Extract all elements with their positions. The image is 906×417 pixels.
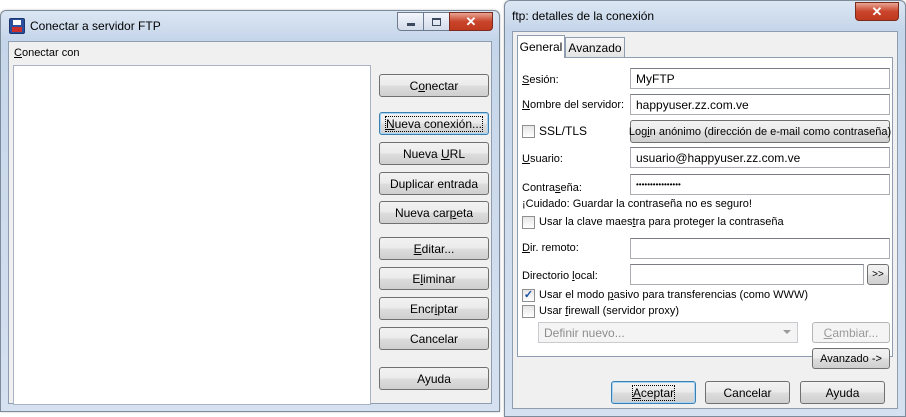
ssl-tls-checkbox[interactable] — [522, 125, 535, 138]
connect-button[interactable]: Conectar — [379, 74, 489, 97]
floppy-disk-icon — [9, 18, 25, 34]
master-key-checkbox[interactable] — [522, 216, 535, 229]
passive-mode-label: Usar el modo pasivo para transferencias … — [539, 289, 808, 301]
title-bar[interactable]: ftp: detalles de la conexión ✕ — [505, 1, 905, 31]
delete-button[interactable]: Eliminar — [379, 267, 489, 290]
close-button[interactable]: ✕ — [449, 12, 493, 31]
minimize-button[interactable] — [397, 12, 423, 31]
client-area: General Avanzado Sesión: MyFTP Nombre de… — [512, 31, 898, 409]
connect-with-label: Conectar con — [14, 47, 80, 59]
connections-list[interactable] — [13, 65, 371, 405]
help-button[interactable]: Ayuda — [800, 381, 885, 404]
proxy-select[interactable]: Definir nuevo... — [538, 322, 798, 343]
new-folder-button[interactable]: Nueva carpeta — [379, 201, 489, 224]
close-icon: ✕ — [465, 14, 477, 29]
connection-details-window: ftp: detalles de la conexión ✕ General A… — [504, 0, 906, 417]
server-name-label: Nombre del servidor: — [522, 99, 625, 111]
window-title: ftp: detalles de la conexión — [512, 9, 655, 23]
user-input[interactable]: usuario@happyuser.zz.com.ve — [630, 147, 890, 168]
close-icon: ✕ — [871, 4, 883, 19]
server-name-input[interactable]: happyuser.zz.com.ve — [630, 94, 890, 115]
connect-ftp-window: Conectar a servidor FTP ✕ Conectar con C… — [0, 10, 500, 412]
session-input[interactable]: MyFTP — [630, 68, 890, 89]
local-dir-label: Directorio local: — [522, 270, 598, 282]
encrypt-button[interactable]: Encriptar — [379, 297, 489, 320]
session-label: Sesión: — [522, 74, 559, 86]
advanced-button[interactable]: Avanzado -> — [812, 348, 890, 369]
master-key-label: Usar la clave maestra para proteger la c… — [539, 216, 784, 228]
firewall-checkbox[interactable] — [522, 305, 535, 318]
password-label: Contraseña: — [522, 182, 582, 194]
maximize-icon — [432, 17, 441, 26]
ssl-tls-label: SSL/TLS — [539, 124, 588, 138]
tab-general[interactable]: General — [517, 35, 565, 58]
passive-mode-checkbox[interactable]: ✓ — [522, 289, 535, 302]
tab-advanced[interactable]: Avanzado — [565, 37, 625, 57]
new-url-button[interactable]: Nueva URL — [379, 142, 489, 165]
duplicate-entry-button[interactable]: Duplicar entrada — [379, 172, 489, 195]
password-warning: ¡Cuidado: Guardar la contraseña no es se… — [522, 198, 752, 210]
general-tab-panel: Sesión: MyFTP Nombre del servidor: happy… — [517, 57, 893, 369]
client-area: Conectar con Conectar Nueva conexión... … — [8, 41, 492, 405]
window-title: Conectar a servidor FTP — [30, 19, 161, 33]
change-proxy-button[interactable]: Cambiar... — [812, 322, 890, 343]
cancel-button[interactable]: Cancelar — [379, 327, 489, 350]
help-button[interactable]: Ayuda — [379, 367, 489, 390]
accept-button[interactable]: Aceptar — [611, 381, 696, 404]
user-label: Usuario: — [522, 153, 563, 165]
close-button[interactable]: ✕ — [855, 2, 899, 21]
minimize-icon — [406, 23, 415, 26]
browse-local-dir-button[interactable]: >> — [867, 264, 889, 285]
new-connection-button[interactable]: Nueva conexión... — [379, 112, 489, 135]
cancel-button[interactable]: Cancelar — [705, 381, 790, 404]
checkmark-icon: ✓ — [523, 289, 534, 301]
title-bar[interactable]: Conectar a servidor FTP ✕ — [1, 11, 499, 41]
anonymous-login-button[interactable]: Login anónimo (dirección de e-mail como … — [629, 120, 891, 143]
remote-dir-label: Dir. remoto: — [522, 242, 579, 254]
caption-buttons: ✕ — [397, 12, 493, 31]
local-dir-input[interactable] — [630, 264, 864, 285]
firewall-label: Usar firewall (servidor proxy) — [539, 305, 679, 317]
edit-button[interactable]: Editar... — [379, 237, 489, 260]
remote-dir-input[interactable] — [630, 238, 890, 259]
maximize-button[interactable] — [423, 12, 449, 31]
chevron-down-icon — [783, 330, 791, 334]
caption-buttons: ✕ — [855, 2, 899, 21]
password-input[interactable]: •••••••••••••••• — [630, 174, 890, 195]
